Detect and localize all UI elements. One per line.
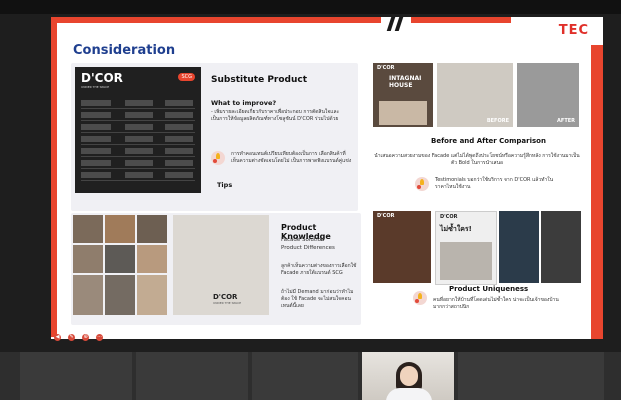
table-row [81, 111, 195, 121]
facade-photo [73, 245, 103, 273]
uniqueness-text: คนที่อยากให้บ้านที่โดดเด่นไม่ซ้ำใคร น่าจ… [433, 297, 559, 310]
substitute-panel: D'COR UNDER THE SPACE SCG Substitute Pro… [71, 63, 358, 211]
knowledge-line2: Product Differences [281, 245, 335, 251]
slide-deco-bar-right [591, 45, 603, 339]
tips-label: Tips [217, 181, 233, 189]
table-row [81, 123, 195, 133]
prev-slide-button[interactable]: ◀ [54, 334, 61, 341]
facade-photo [105, 215, 135, 243]
after-image: AFTER [517, 63, 579, 127]
facade-photo [137, 275, 167, 315]
ba-cover-title: INTAGNAI HOUSE [389, 75, 422, 89]
uniqueness-cover-1: D'COR [373, 211, 431, 283]
uniqueness-heading: Product Uniqueness [449, 285, 529, 293]
uniqueness-cover-2: D'COR ไม่ซ้ำใคร! [435, 211, 497, 285]
participant-tile[interactable] [252, 352, 358, 400]
improve-heading: What to improve? [211, 99, 277, 107]
ba-cover-brand: D'COR [377, 65, 395, 71]
presenter-face [400, 366, 418, 386]
substitute-heading: Substitute Product [211, 75, 308, 85]
knowledge-panel: D'COR UNDER THE SPACE Product Knowledge … [71, 213, 361, 325]
lightbulb-icon [211, 151, 225, 165]
before-image: BEFORE [437, 63, 513, 127]
u-cover1-brand: D'COR [377, 213, 395, 219]
more-options-button[interactable]: ⋯ [96, 334, 104, 341]
slide-deco-bar-left [51, 23, 57, 337]
uniqueness-cover-4 [541, 211, 581, 283]
scg-badge: SCG [178, 73, 195, 81]
facade-photo [73, 275, 103, 315]
u-cover2-title: ไม่ซ้ำใคร! [440, 225, 472, 233]
presenter-body [386, 388, 432, 400]
facade-photo [105, 245, 135, 273]
before-label: BEFORE [486, 118, 509, 124]
facade-photo [73, 215, 103, 243]
slide-title: Consideration [73, 43, 176, 58]
participant-strip [0, 352, 621, 400]
slide-deco-bar-top [51, 17, 381, 23]
slide-deco-stripe [386, 17, 396, 31]
family-photo [379, 101, 427, 125]
knowledge-brand-sub: UNDER THE SPACE [213, 301, 242, 305]
table-row [81, 135, 195, 145]
table-row [81, 99, 195, 109]
cover-brand: D'COR [81, 71, 123, 85]
slide-nav-controls: ◀ ✎ ⊕ ⋯ [54, 323, 105, 341]
pen-tool-button[interactable]: ✎ [68, 334, 76, 341]
slide-deco-bar-top-right [411, 17, 511, 23]
table-row [81, 171, 195, 181]
after-label: AFTER [557, 118, 575, 124]
webcam-video[interactable] [362, 352, 454, 400]
knowledge-text2: ถ้าไม่มี Demand มาก่อนว่าทำไมต้อง ใช้ Fa… [281, 289, 354, 309]
testimonial-text: Testimonials บอกว่าใช้บริการ จาก D'COR แ… [435, 177, 554, 190]
facade-photo [137, 215, 167, 243]
u-cover2-brand: D'COR [440, 214, 458, 220]
participant-tile[interactable] [458, 352, 604, 400]
product-catalog-image: D'COR UNDER THE SPACE [173, 215, 269, 315]
tips-text: การทำคอนเทนต์เปรียบเทียบต้องเป็นการ เลือ… [231, 151, 352, 164]
before-after-cover-image: D'COR INTAGNAI HOUSE [373, 63, 433, 127]
knowledge-brand-mark: D'COR [213, 293, 238, 301]
lightbulb-icon [413, 291, 427, 305]
facade-photo [105, 275, 135, 315]
shared-slide: Consideration TEC D'COR UNDER THE SPACE … [51, 17, 603, 339]
house-photo [440, 242, 492, 280]
knowledge-text1: ลูกค้าเห็นความต่างของการเลือกใช้ Facade … [281, 263, 357, 276]
before-after-text: นำเสนอความสวยงามของ Facade แต่ไม่ได้พูดถ… [374, 153, 580, 166]
participant-tile[interactable] [20, 352, 132, 400]
zoom-button[interactable]: ⊕ [82, 334, 90, 341]
before-after-heading: Before and After Comparison [431, 137, 546, 145]
cover-tagline: UNDER THE SPACE [81, 85, 110, 89]
knowledge-line1: Facade Solution [281, 237, 325, 243]
facade-photo [137, 245, 167, 273]
window-top-bar [0, 0, 621, 14]
table-row [81, 159, 195, 169]
tec-logo: TEC [558, 23, 589, 38]
substitute-cover-image: D'COR UNDER THE SPACE SCG [75, 67, 201, 193]
improve-text: - เพิ่มรายละเอียดเกี่ยวกับราคาเพื่อประกอ… [211, 109, 340, 122]
table-row [81, 147, 195, 157]
lightbulb-icon [415, 177, 429, 191]
participant-tile[interactable] [136, 352, 248, 400]
uniqueness-cover-3 [499, 211, 539, 283]
meeting-window: Consideration TEC D'COR UNDER THE SPACE … [0, 0, 621, 400]
slide-deco-stripe [394, 17, 404, 31]
